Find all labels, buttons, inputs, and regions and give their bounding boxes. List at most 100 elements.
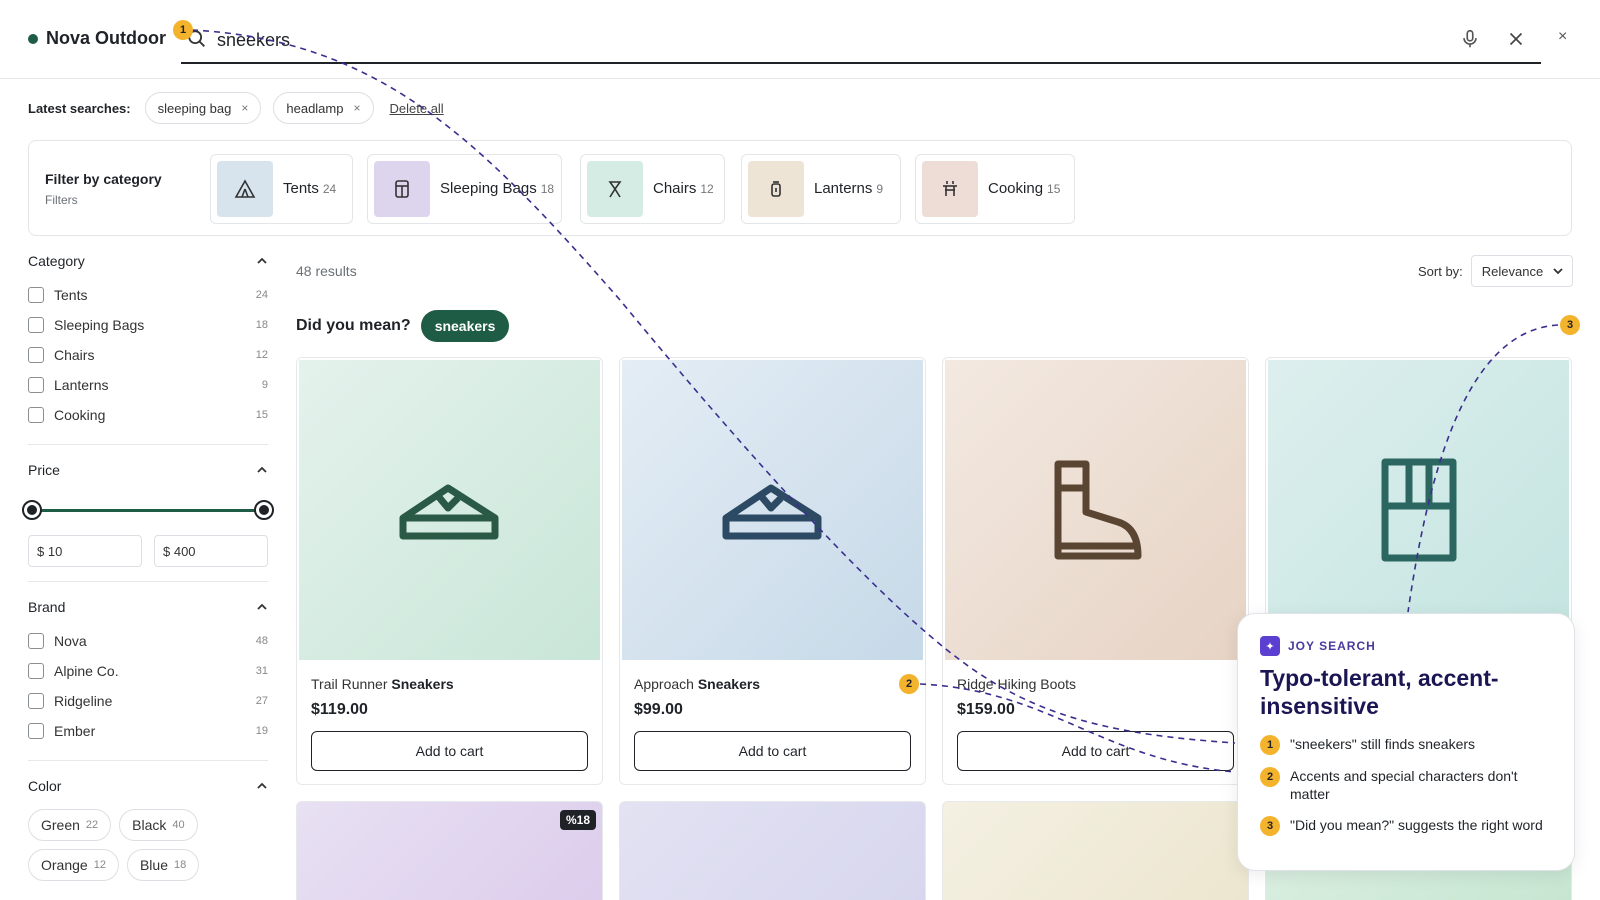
product-title: Approach Sneakers: [634, 676, 760, 692]
chevron-up-icon: [257, 603, 267, 610]
product-title-match: Sneakers: [391, 676, 454, 692]
brand-option-ember[interactable]: Ember 19: [28, 716, 268, 746]
callout-tag: JOY SEARCH: [1288, 639, 1376, 653]
callout-point: 1 "sneekers" still finds sneakers: [1260, 735, 1560, 755]
recent-search-label: sleeping bag: [157, 100, 232, 116]
brand-option-alpine[interactable]: Alpine Co. 31: [28, 656, 268, 686]
product-card-image-lavender[interactable]: %18: [296, 801, 603, 900]
remove-chip-icon[interactable]: ×: [353, 101, 360, 115]
add-to-cart-button[interactable]: Add to cart: [311, 731, 588, 771]
color-count: 22: [85, 819, 99, 831]
clear-search-icon[interactable]: [1505, 28, 1527, 50]
product-card[interactable]: Approach Sneakers $99.00 Add to cart: [619, 357, 926, 785]
brand-name: Nova Outdoor: [46, 28, 166, 48]
price-range-slider[interactable]: [22, 495, 274, 525]
category-bar-title: Filter by category: [45, 171, 162, 187]
slider-max-handle[interactable]: [254, 500, 274, 520]
checkbox[interactable]: [28, 407, 44, 423]
color-count: 40: [172, 819, 185, 831]
brand-section-header[interactable]: Brand: [28, 596, 268, 618]
option-count: 24: [255, 289, 268, 301]
option-count: 18: [255, 319, 268, 331]
category-option-chairs[interactable]: Chairs 12: [28, 340, 268, 370]
color-label: Black: [132, 817, 167, 833]
category-filter-bar: Filter by category Filters Tents 24 Sleep…: [28, 140, 1572, 236]
category-card-sleeping-bags[interactable]: Sleeping Bags 18: [367, 154, 562, 224]
color-label: Orange: [41, 857, 88, 873]
latest-searches: Latest searches: sleeping bag × headlamp…: [28, 92, 444, 124]
color-chip-orange[interactable]: Orange 12: [28, 849, 119, 881]
search-input[interactable]: [217, 26, 1417, 54]
color-chip-black[interactable]: Black 40: [119, 809, 198, 841]
chevron-up-icon: [257, 782, 267, 789]
recent-search-chip[interactable]: sleeping bag ×: [144, 92, 262, 124]
category-section-header[interactable]: Category: [28, 250, 268, 272]
checkbox[interactable]: [28, 693, 44, 709]
annotation-marker: 1: [173, 20, 193, 40]
close-search-button[interactable]: ×: [1558, 28, 1567, 46]
option-label: Lanterns: [54, 377, 109, 393]
product-title: Trail Runner Sneakers: [311, 676, 454, 692]
checkbox[interactable]: [28, 287, 44, 303]
category-card-lanterns[interactable]: Lanterns 9: [741, 154, 901, 224]
option-count: 19: [255, 725, 268, 737]
lantern-icon: [748, 161, 804, 217]
point-text: "sneekers" still finds sneakers: [1290, 736, 1476, 752]
checkbox[interactable]: [28, 663, 44, 679]
did-you-mean-suggestion[interactable]: sneakers: [420, 310, 510, 342]
option-label: Nova: [54, 633, 87, 649]
category-card-cooking[interactable]: Cooking 15: [915, 154, 1075, 224]
results-count: 48 results: [296, 263, 357, 279]
color-chip-green[interactable]: Green 22: [28, 809, 112, 841]
product-title-prefix: Ridge Hiking Boots: [957, 676, 1077, 692]
chevron-up-icon: [257, 466, 267, 473]
checkbox[interactable]: [28, 347, 44, 363]
point-number: 2: [1260, 767, 1280, 787]
latest-searches-label: Latest searches:: [28, 100, 131, 116]
category-option-lanterns[interactable]: Lanterns 9: [28, 370, 268, 400]
category-card-chairs[interactable]: Chairs 12: [580, 154, 725, 224]
section-title: Price: [28, 462, 60, 478]
product-title-match: Sneakers: [697, 676, 761, 692]
remove-chip-icon[interactable]: ×: [241, 101, 248, 115]
add-to-cart-button[interactable]: Add to cart: [957, 731, 1234, 771]
filter-sidebar: Category Tents 24 Sleeping Bags 18 Chairs 1…: [22, 250, 274, 881]
checkbox[interactable]: [28, 723, 44, 739]
category-count: 18: [540, 182, 555, 196]
did-you-mean-label: Did you mean?: [296, 317, 411, 334]
brand-option-nova[interactable]: Nova 48: [28, 626, 268, 656]
brand-option-ridgeline[interactable]: Ridgeline 27: [28, 686, 268, 716]
sort-value: Relevance: [1481, 263, 1544, 279]
checkbox[interactable]: [28, 317, 44, 333]
microphone-icon[interactable]: [1459, 28, 1481, 50]
sort-label: Sort by:: [1418, 263, 1463, 279]
option-label: Tents: [54, 287, 88, 303]
point-text: Accents and special characters don't mat…: [1290, 768, 1518, 802]
product-card[interactable]: Trail Runner Sneakers $119.00 Add to car…: [296, 357, 603, 785]
category-card-tents[interactable]: Tents 24: [210, 154, 353, 224]
price-section-header[interactable]: Price: [28, 459, 268, 481]
color-chip-blue[interactable]: Blue 18: [126, 849, 200, 881]
sneaker-icon: [299, 360, 600, 660]
price-max-input[interactable]: $ 400: [154, 535, 268, 567]
category-option-tents[interactable]: Tents 24: [28, 280, 268, 310]
color-count: 18: [173, 859, 187, 871]
checkbox[interactable]: [28, 377, 44, 393]
category-option-sleeping-bags[interactable]: Sleeping Bags 18: [28, 310, 268, 340]
category-name: Cooking: [988, 180, 1044, 197]
brand[interactable]: Nova Outdoor: [28, 28, 166, 49]
price-min-input[interactable]: $ 10: [28, 535, 142, 567]
product-card[interactable]: Ridge Hiking Boots $159.00 Add to cart: [942, 357, 1249, 785]
slider-min-handle[interactable]: [22, 500, 42, 520]
add-to-cart-button[interactable]: Add to cart: [634, 731, 911, 771]
color-section-header[interactable]: Color: [28, 775, 268, 797]
delete-all-link[interactable]: Delete all: [390, 101, 444, 116]
option-label: Chairs: [54, 347, 95, 363]
point-number: 1: [1260, 735, 1280, 755]
sort-select[interactable]: Relevance: [1470, 255, 1573, 287]
product-card-image-cream[interactable]: [942, 801, 1249, 900]
checkbox[interactable]: [28, 633, 44, 649]
product-card-image-periwinkle[interactable]: [619, 801, 926, 900]
recent-search-chip[interactable]: headlamp ×: [273, 92, 374, 124]
category-option-cooking[interactable]: Cooking 15: [28, 400, 268, 430]
